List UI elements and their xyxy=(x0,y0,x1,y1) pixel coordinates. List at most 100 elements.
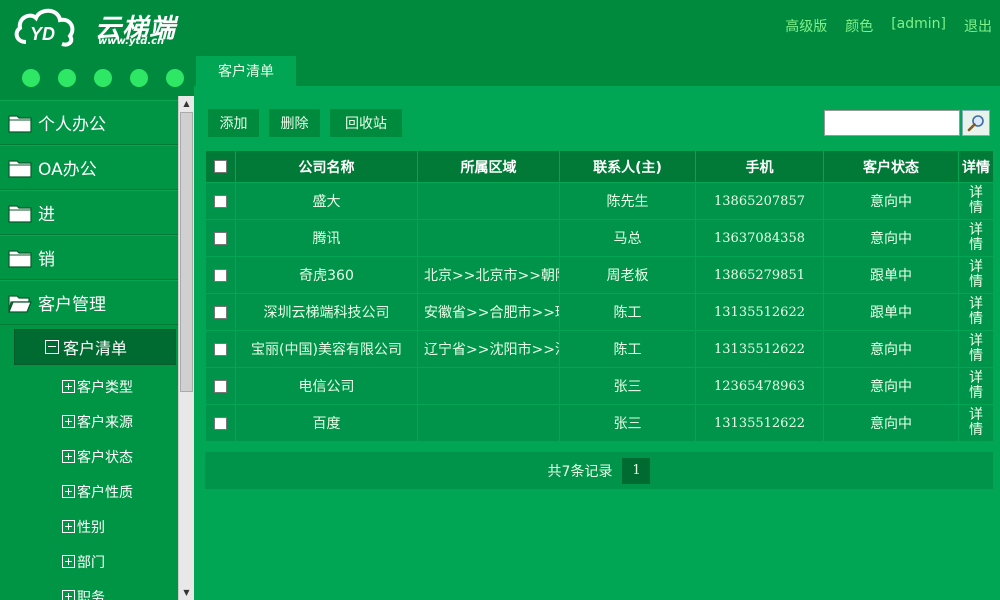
status-cell: 意向中 xyxy=(823,219,959,257)
detail-link[interactable]: 详情 xyxy=(958,219,994,257)
dot-indicator[interactable] xyxy=(22,69,40,87)
column-header-phone[interactable]: 手机 xyxy=(695,150,824,183)
expand-icon[interactable] xyxy=(62,450,75,463)
region-cell: 安徽省>>合肥市>>瑶 xyxy=(417,293,560,331)
row-checkbox[interactable] xyxy=(214,268,227,282)
row-checkbox[interactable] xyxy=(214,194,227,208)
status-cell: 跟单中 xyxy=(823,293,959,331)
scroll-up-arrow-icon[interactable]: ▲ xyxy=(179,96,194,111)
folder-icon xyxy=(8,204,32,223)
sidebar-leaf-customer-nature[interactable]: 客户性质 xyxy=(0,474,178,509)
folder-icon xyxy=(8,114,32,133)
row-checkbox[interactable] xyxy=(214,305,227,319)
dot-indicator[interactable] xyxy=(166,69,184,87)
sidebar-leaf-customer-source[interactable]: 客户来源 xyxy=(0,404,178,439)
sidebar: 个人办公 OA办公 进 销 客户管理 客户清单 客户类型 客户来源 客户状态 客… xyxy=(0,100,178,600)
status-cell: 意向中 xyxy=(823,367,959,405)
expand-icon[interactable] xyxy=(62,590,75,600)
table-row: 奇虎360 北京>>北京市>>朝阳 周老板 13865279851 跟单中 详情 xyxy=(205,256,994,294)
region-cell xyxy=(417,404,560,442)
row-checkbox[interactable] xyxy=(214,342,227,356)
sidebar-item-purchase[interactable]: 进 xyxy=(0,190,178,235)
phone-cell: 13637084358 xyxy=(695,219,824,257)
delete-button[interactable]: 删除 xyxy=(269,109,320,137)
page-button[interactable]: 1 xyxy=(622,457,651,484)
sidebar-leaf-label: 部门 xyxy=(77,554,105,571)
dot-indicator[interactable] xyxy=(130,69,148,87)
folder-open-icon xyxy=(8,294,32,313)
dot-indicator[interactable] xyxy=(58,69,76,87)
detail-link[interactable]: 详情 xyxy=(958,293,994,331)
status-cell: 意向中 xyxy=(823,330,959,368)
row-checkbox[interactable] xyxy=(214,379,227,393)
phone-cell: 13135512622 xyxy=(695,404,824,442)
detail-link[interactable]: 详情 xyxy=(958,256,994,294)
scroll-down-arrow-icon[interactable]: ▼ xyxy=(179,585,194,600)
column-header-region[interactable]: 所属区域 xyxy=(417,150,560,183)
pagination-bar: 共7条记录 1 xyxy=(205,452,993,489)
dots-row xyxy=(22,69,184,87)
customer-table: 公司名称 所属区域 联系人(主) 手机 客户状态 详情 盛大 陈先生 13865… xyxy=(205,150,994,442)
column-header-contact[interactable]: 联系人(主) xyxy=(559,150,696,183)
contact-cell: 张三 xyxy=(559,404,696,442)
phone-cell: 13865279851 xyxy=(695,256,824,294)
top-links: 高级版 颜色 [admin] 退出 xyxy=(785,16,992,36)
user-link[interactable]: [admin] xyxy=(891,16,946,36)
table-row: 宝丽(中国)美容有限公司 辽宁省>>沈阳市>>沈 陈工 13135512622 … xyxy=(205,330,994,368)
region-cell xyxy=(417,182,560,220)
detail-link[interactable]: 详情 xyxy=(958,182,994,220)
row-checkbox[interactable] xyxy=(214,416,227,430)
company-cell: 百度 xyxy=(235,404,418,442)
phone-cell: 13135512622 xyxy=(695,330,824,368)
sidebar-leaf-gender[interactable]: 性别 xyxy=(0,509,178,544)
sidebar-item-label: 客户管理 xyxy=(38,295,106,315)
collapse-icon[interactable] xyxy=(45,340,59,354)
status-cell: 意向中 xyxy=(823,404,959,442)
table-row: 百度 张三 13135512622 意向中 详情 xyxy=(205,404,994,442)
region-cell: 北京>>北京市>>朝阳 xyxy=(417,256,560,294)
recycle-bin-button[interactable]: 回收站 xyxy=(330,109,402,137)
expand-icon[interactable] xyxy=(62,485,75,498)
advanced-version-link[interactable]: 高级版 xyxy=(785,16,827,36)
company-cell: 腾讯 xyxy=(235,219,418,257)
sidebar-leaf-customer-status[interactable]: 客户状态 xyxy=(0,439,178,474)
column-header-status[interactable]: 客户状态 xyxy=(823,150,959,183)
table-header-row: 公司名称 所属区域 联系人(主) 手机 客户状态 详情 xyxy=(205,150,994,183)
contact-cell: 陈先生 xyxy=(559,182,696,220)
contact-cell: 张三 xyxy=(559,367,696,405)
sidebar-leaf-label: 客户类型 xyxy=(77,379,133,396)
row-checkbox[interactable] xyxy=(214,231,227,245)
sidebar-item-customer-management[interactable]: 客户管理 xyxy=(0,280,178,325)
dot-indicator[interactable] xyxy=(94,69,112,87)
expand-icon[interactable] xyxy=(62,415,75,428)
sidebar-leaf-label: 性别 xyxy=(77,519,105,536)
tab-customer-list[interactable]: 客户清单 xyxy=(196,56,296,86)
expand-icon[interactable] xyxy=(62,555,75,568)
sidebar-item-personal-office[interactable]: 个人办公 xyxy=(0,100,178,145)
color-link[interactable]: 颜色 xyxy=(845,16,873,36)
add-button[interactable]: 添加 xyxy=(208,109,259,137)
scrollbar-thumb[interactable] xyxy=(180,112,193,392)
expand-icon[interactable] xyxy=(62,380,75,393)
logo-url: www.ytd.cn xyxy=(98,36,165,47)
sidebar-leaf-position[interactable]: 职务 xyxy=(0,579,178,600)
detail-link[interactable]: 详情 xyxy=(958,367,994,405)
sidebar-leaf-department[interactable]: 部门 xyxy=(0,544,178,579)
sidebar-scrollbar[interactable]: ▲ ▼ xyxy=(178,96,194,600)
search-input[interactable] xyxy=(824,110,960,136)
logout-link[interactable]: 退出 xyxy=(964,16,992,36)
table-row: 盛大 陈先生 13865207857 意向中 详情 xyxy=(205,182,994,220)
column-header-company[interactable]: 公司名称 xyxy=(235,150,418,183)
table-row: 腾讯 马总 13637084358 意向中 详情 xyxy=(205,219,994,257)
sidebar-item-oa-office[interactable]: OA办公 xyxy=(0,145,178,190)
detail-link[interactable]: 详情 xyxy=(958,330,994,368)
search-button[interactable] xyxy=(962,110,990,136)
detail-link[interactable]: 详情 xyxy=(958,404,994,442)
expand-icon[interactable] xyxy=(62,520,75,533)
sidebar-item-label: 个人办公 xyxy=(38,115,106,135)
company-cell: 宝丽(中国)美容有限公司 xyxy=(235,330,418,368)
sidebar-subitem-customer-list[interactable]: 客户清单 xyxy=(14,329,176,365)
select-all-checkbox[interactable] xyxy=(214,160,227,173)
sidebar-leaf-customer-type[interactable]: 客户类型 xyxy=(0,369,178,404)
sidebar-item-sales[interactable]: 销 xyxy=(0,235,178,280)
